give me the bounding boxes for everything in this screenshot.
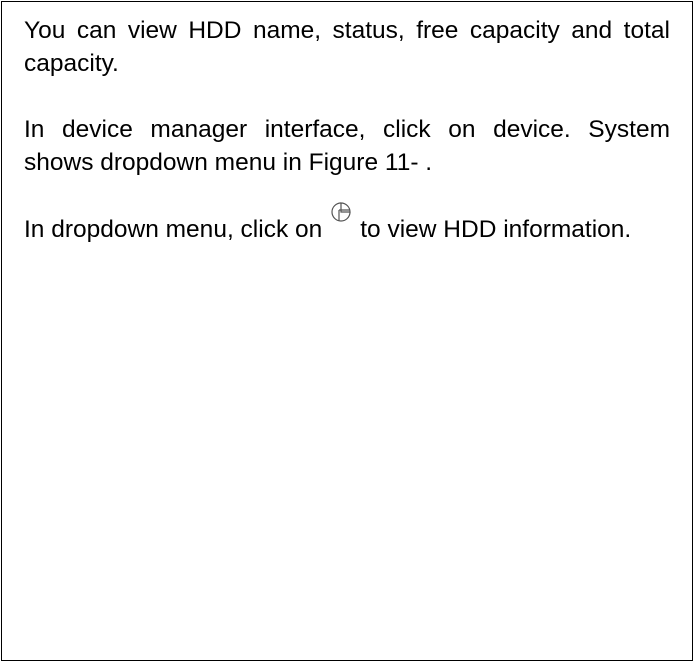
document-frame: You can view HDD name, status, free capa…: [1, 1, 693, 661]
paragraph-hdd-overview: You can view HDD name, status, free capa…: [24, 17, 670, 77]
hdd-pie-chart-icon: [330, 201, 352, 223]
paragraph-dropdown-instruction: In dropdown menu, click on to view HDD i…: [24, 201, 670, 253]
instruction-text-before: In dropdown menu, click on: [24, 216, 323, 243]
document-body: You can view HDD name, status, free capa…: [24, 14, 670, 253]
instruction-text-after: to view HDD information.: [360, 216, 632, 243]
paragraph-device-click: In device manager interface, click on de…: [24, 116, 670, 176]
